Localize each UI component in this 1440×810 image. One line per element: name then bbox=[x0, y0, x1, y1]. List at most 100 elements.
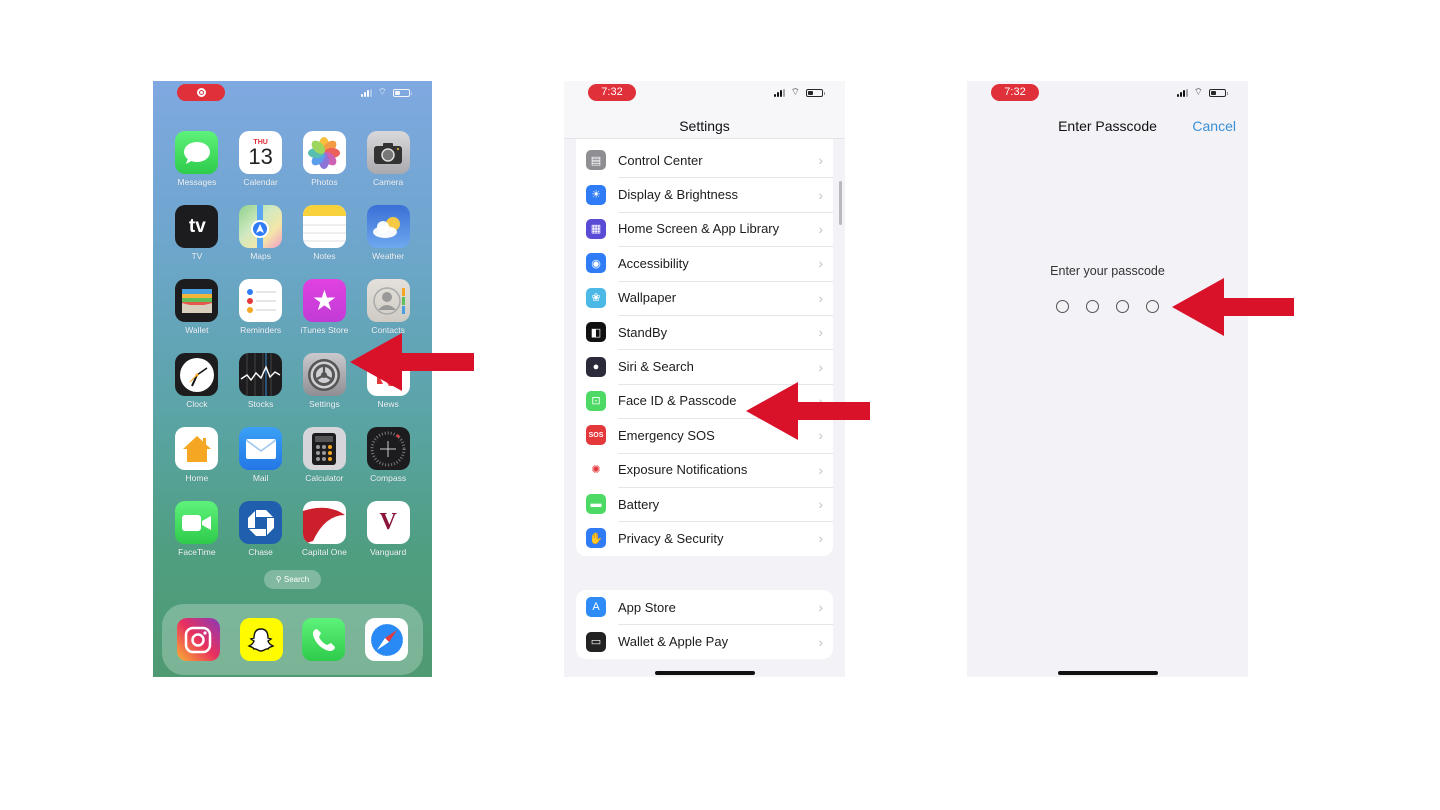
battery-level-icon bbox=[393, 89, 412, 97]
app-label: Settings bbox=[309, 399, 340, 409]
settings-row-accessibility[interactable]: ◉ Accessibility › bbox=[576, 246, 833, 280]
settings-row-app-store[interactable]: A App Store › bbox=[576, 590, 833, 624]
wifi-icon: ⌔ bbox=[377, 87, 387, 98]
settings-row-battery[interactable]: ▬ Battery › bbox=[576, 486, 833, 521]
app-label: Wallet bbox=[185, 325, 209, 335]
app-mail[interactable]: Mail bbox=[229, 427, 293, 483]
mail-icon bbox=[239, 427, 283, 470]
display-brightness-icon: ☀ bbox=[586, 184, 606, 205]
app-label: Photos bbox=[311, 177, 338, 187]
app-photos[interactable]: Photos bbox=[293, 131, 357, 187]
app-reminders[interactable]: Reminders bbox=[229, 279, 293, 335]
settings-gear-icon bbox=[302, 353, 346, 396]
settings-row-wallpaper[interactable]: ❀ Wallpaper › bbox=[576, 280, 833, 315]
app-vanguard[interactable]: V Vanguard bbox=[356, 501, 420, 557]
siri-icon: ● bbox=[586, 356, 606, 377]
app-weather[interactable]: Weather bbox=[356, 205, 420, 261]
app-facetime[interactable]: FaceTime bbox=[165, 501, 229, 557]
settings-phone: 7:32 ⌔ Settings ▤ Control Center › ☀ Display… bbox=[564, 81, 845, 677]
passcode-phone: 7:32 ⌔ Enter Passcode Cancel Enter your … bbox=[967, 81, 1248, 677]
settings-row-label: Display & Brightness bbox=[618, 187, 738, 203]
app-itunes-store[interactable]: ★ iTunes Store bbox=[293, 279, 357, 335]
settings-row-label: Battery bbox=[618, 496, 660, 512]
app-camera[interactable]: Camera bbox=[356, 131, 420, 187]
settings-row-display-brightness[interactable]: ☀ Display & Brightness › bbox=[576, 177, 833, 211]
settings-row-label: Home Screen & App Library bbox=[618, 221, 780, 237]
control-center-icon: ▤ bbox=[586, 150, 606, 171]
settings-group-store: A App Store › ▭ Wallet & Apple Pay › bbox=[576, 590, 833, 659]
app-clock[interactable]: Clock bbox=[165, 353, 229, 409]
apple-tv-icon: tv bbox=[175, 205, 219, 248]
reminders-icon bbox=[239, 279, 283, 322]
wifi-icon: ⌔ bbox=[790, 87, 800, 98]
app-label: Messages bbox=[177, 177, 217, 187]
cellular-signal-icon bbox=[773, 89, 785, 97]
settings-row-standby[interactable]: ◧ StandBy › bbox=[576, 314, 833, 349]
calendar-icon: THU 13 bbox=[239, 131, 283, 174]
settings-row-exposure-notifications[interactable]: ✺ Exposure Notifications › bbox=[576, 452, 833, 487]
cancel-button[interactable]: Cancel bbox=[1192, 118, 1236, 134]
home-search-button[interactable]: ⚲ Search bbox=[264, 570, 321, 589]
phone-icon[interactable] bbox=[302, 618, 346, 661]
calendar-day-number: 13 bbox=[248, 144, 273, 169]
face-id-icon: ⊡ bbox=[586, 390, 606, 411]
photos-icon bbox=[302, 131, 346, 174]
app-contacts[interactable]: Contacts bbox=[356, 279, 420, 335]
passcode-dot bbox=[1116, 300, 1129, 313]
app-calculator[interactable]: Calculator bbox=[293, 427, 357, 483]
dock bbox=[162, 604, 423, 675]
settings-row-siri[interactable]: ● Siri & Search › bbox=[576, 349, 833, 383]
search-icon: ⚲ bbox=[275, 575, 282, 584]
home-indicator[interactable] bbox=[654, 671, 755, 675]
settings-row-wallet-apple-pay[interactable]: ▭ Wallet & Apple Pay › bbox=[576, 624, 833, 658]
settings-row-home-screen[interactable]: ▦ Home Screen & App Library › bbox=[576, 211, 833, 246]
app-stocks[interactable]: Stocks bbox=[229, 353, 293, 409]
app-store-icon: A bbox=[586, 597, 606, 618]
app-compass[interactable]: Compass bbox=[356, 427, 420, 483]
app-capital-one[interactable]: Capital One bbox=[293, 501, 357, 557]
chevron-right-icon: › bbox=[818, 461, 823, 478]
app-calendar[interactable]: THU 13 Calendar bbox=[229, 131, 293, 187]
app-tv[interactable]: tv TV bbox=[165, 205, 229, 261]
wallpaper-icon: ❀ bbox=[586, 287, 606, 308]
app-messages[interactable]: Messages bbox=[165, 131, 229, 187]
settings-row-label: Siri & Search bbox=[618, 359, 694, 375]
snapchat-icon[interactable] bbox=[239, 618, 283, 661]
app-label: Chase bbox=[248, 547, 273, 557]
home-screen-icon: ▦ bbox=[586, 218, 606, 239]
home-app-icon bbox=[175, 427, 219, 470]
contacts-icon bbox=[366, 279, 410, 322]
app-maps[interactable]: Maps bbox=[229, 205, 293, 261]
wallet-apple-pay-icon: ▭ bbox=[586, 631, 606, 652]
app-label: Weather bbox=[372, 251, 405, 261]
left-arrow-icon bbox=[1172, 278, 1294, 336]
app-wallet[interactable]: Wallet bbox=[165, 279, 229, 335]
app-notes[interactable]: Notes bbox=[293, 205, 357, 261]
standby-icon: ◧ bbox=[586, 322, 606, 343]
scrollbar[interactable] bbox=[839, 181, 842, 225]
maps-icon bbox=[239, 205, 283, 248]
chevron-right-icon: › bbox=[818, 255, 823, 272]
record-icon bbox=[196, 88, 206, 97]
search-label: Search bbox=[283, 575, 310, 584]
chevron-right-icon: › bbox=[818, 358, 823, 375]
battery-icon: ▬ bbox=[586, 494, 606, 515]
app-settings[interactable]: Settings bbox=[293, 353, 357, 409]
passcode-prompt: Enter your passcode bbox=[1050, 264, 1165, 278]
app-home[interactable]: Home bbox=[165, 427, 229, 483]
safari-icon[interactable] bbox=[365, 618, 409, 661]
settings-row-label: Wallpaper bbox=[618, 290, 677, 306]
tv-glyph: tv bbox=[188, 215, 206, 237]
notes-icon bbox=[302, 205, 346, 248]
settings-row-label: StandBy bbox=[618, 324, 668, 340]
battery-level-icon bbox=[1209, 89, 1228, 97]
status-icons: ⌔ bbox=[773, 87, 825, 98]
instagram-icon[interactable] bbox=[176, 618, 220, 661]
app-chase[interactable]: Chase bbox=[229, 501, 293, 557]
settings-row-privacy-hand[interactable]: ✋ Privacy & Security › bbox=[576, 521, 833, 555]
settings-row-control-center[interactable]: ▤ Control Center › bbox=[576, 143, 833, 177]
home-indicator[interactable] bbox=[1057, 671, 1158, 675]
app-label: iTunes Store bbox=[300, 325, 349, 335]
exposure-notifications-icon: ✺ bbox=[586, 459, 606, 480]
status-time: 7:32 bbox=[588, 84, 636, 101]
